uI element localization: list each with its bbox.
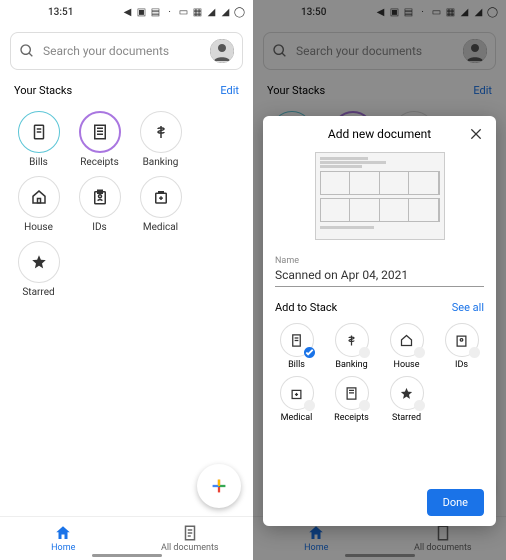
stack-label: House [24,222,53,233]
card-icon: ▭ [178,7,189,18]
add-to-row: Add to Stack See all [263,287,496,318]
stack-starred[interactable]: Starred [8,237,69,302]
dstack-bills[interactable]: Bills [269,320,324,373]
medical-icon [289,386,304,401]
screen-dialog: 13:50 ◀ ▣ ▤ · ▭ ▦ ◢ ◢ ◯ Search your docu… [253,0,506,560]
close-icon[interactable] [468,126,484,142]
edit-link[interactable]: Edit [220,84,239,97]
pic-icon: ▦ [192,7,203,18]
house-icon [30,188,48,206]
fab-add[interactable] [197,464,241,508]
nav-handle [92,554,162,557]
id-icon [454,333,469,348]
avatar[interactable] [210,39,234,63]
stack-label: Bills [29,157,48,168]
battery-icon: ◯ [234,7,245,18]
section-header: Your Stacks Edit [0,78,253,103]
search-placeholder: Search your documents [43,44,202,58]
twitch-icon: ▣ [136,7,147,18]
doc-icon: ▤ [150,7,161,18]
scan-preview [315,152,445,240]
dstack-medical[interactable]: Medical [269,373,324,426]
send-icon: ◀ [122,7,133,18]
home-icon [54,524,72,542]
name-field[interactable]: Name Scanned on Apr 04, 2021 [275,254,484,287]
bill-icon [289,333,304,348]
see-all-link[interactable]: See all [452,301,484,314]
add-to-label: Add to Stack [275,301,337,314]
bottom-nav: Home All documents [0,516,253,560]
stack-receipts[interactable]: Receipts [69,107,130,172]
dialog-header: Add new document [263,116,496,152]
dstack-starred[interactable]: Starred [379,373,434,426]
receipt-icon [91,123,109,141]
docs-icon [181,524,199,542]
stack-label: Medical [143,222,178,233]
status-time: 13:51 [48,7,73,18]
stack-label: Banking [143,157,179,168]
name-label: Name [275,256,484,266]
signal-icon: ◢ [220,7,231,18]
house-icon [399,333,414,348]
star-icon [399,386,414,401]
screen-main: 13:51 ◀ ▣ ▤ · ▭ ▦ ◢ ◢ ◯ Search your docu… [0,0,253,560]
stack-label: IDs [92,222,106,233]
dstack-house[interactable]: House [379,320,434,373]
dollar-icon [152,123,170,141]
star-icon [30,253,48,271]
wifi-icon: ◢ [206,7,217,18]
id-icon [91,188,109,206]
medical-icon [152,188,170,206]
done-button[interactable]: Done [427,489,484,516]
stack-bills[interactable]: Bills [8,107,69,172]
stack-medical[interactable]: Medical [130,172,191,237]
stack-banking[interactable]: Banking [130,107,191,172]
dstack-receipts[interactable]: Receipts [324,373,379,426]
plus-icon [208,475,230,497]
dstack-banking[interactable]: Banking [324,320,379,373]
search-icon [19,43,35,59]
stacks-grid: Bills Receipts Banking House IDs Medical… [0,103,253,306]
nav-label: All documents [161,543,219,553]
status-bar: 13:51 ◀ ▣ ▤ · ▭ ▦ ◢ ◢ ◯ [0,0,253,24]
dialog-title: Add new document [328,127,431,141]
dollar-icon [344,333,359,348]
bill-icon [30,123,48,141]
dstack-ids[interactable]: IDs [434,320,489,373]
stack-ids[interactable]: IDs [69,172,130,237]
stack-label: Starred [22,287,54,298]
receipt-icon [344,386,359,401]
stack-house[interactable]: House [8,172,69,237]
nav-label: Home [51,543,75,553]
dot-icon: · [164,7,175,18]
section-title: Your Stacks [14,84,72,97]
stack-label: Receipts [80,157,118,168]
add-document-dialog: Add new document Name Scanned on Apr 04,… [263,116,496,526]
dialog-stacks: Bills Banking House IDs Medical Receipts… [263,318,496,428]
name-value: Scanned on Apr 04, 2021 [275,266,484,282]
selected-badge [304,347,315,358]
search-box[interactable]: Search your documents [10,32,243,70]
